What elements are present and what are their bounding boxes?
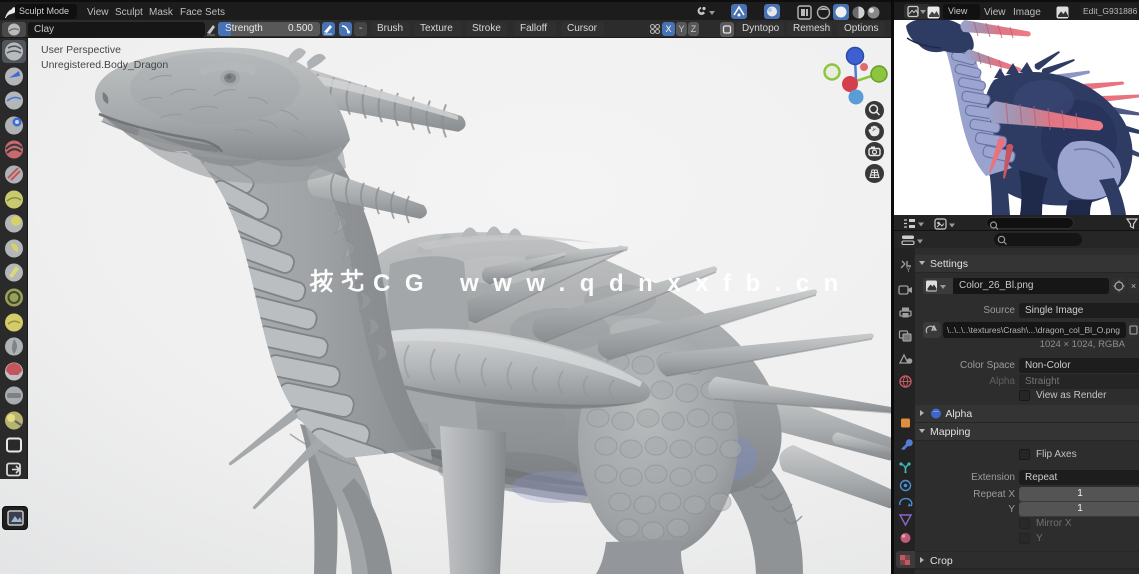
svg-text:Y: Y: [906, 267, 911, 274]
